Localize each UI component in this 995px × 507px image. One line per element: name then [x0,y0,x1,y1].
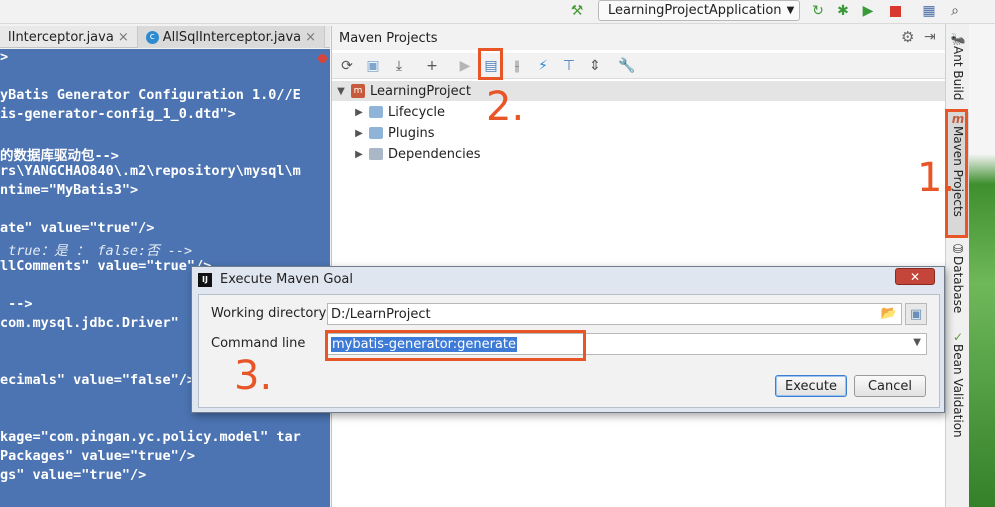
code-line: ate" value="true"/> [0,220,155,236]
code-line: ntime="MyBatis3"> [0,182,139,198]
working-directory-value: D:/LearnProject [331,306,431,322]
stripe-database[interactable]: ⛁ Database [946,242,970,313]
folder-browse-icon[interactable]: 📂 [881,306,897,321]
close-icon[interactable]: × [118,30,129,45]
dependencies-icon [369,148,383,160]
code-line: yBatis Generator Configuration 1.0//E [0,87,301,103]
maven-project-icon: m [351,84,365,98]
class-icon: c [145,30,159,44]
code-line: com.mysql.jdbc.Driver" [0,315,179,331]
download-icon[interactable]: ⤓ [389,56,409,76]
skip-tests-icon[interactable]: ⚡ [533,56,553,76]
intellij-icon: IJ [198,272,212,287]
ant-icon: 🐜 [950,32,966,46]
stop-icon[interactable] [886,2,904,20]
folder-icon [369,106,383,118]
code-line: gs" value="true"/> [0,467,147,483]
working-directory-field[interactable]: D:/LearnProject 📂 [327,303,902,325]
maven-panel-title: Maven Projects [339,30,438,46]
annotation-box-goal-button [478,48,503,80]
tree-item-plugins[interactable]: ▶ Plugins [354,123,435,143]
collapse-all-icon[interactable]: ⇕ [585,56,605,76]
tree-item-label: Plugins [388,125,435,141]
stripe-label: Ant Build [951,46,965,101]
code-line: > [0,49,9,65]
main-toolbar: ⚒ LearningProjectApplication ▼ ↻ ✱ ▶ ▦ ⌕ [0,0,995,24]
tree-item-label: Dependencies [388,146,481,162]
project-structure-icon[interactable]: ▦ [920,2,938,20]
code-line: true：是 ： false:否 --> [0,243,193,259]
database-icon: ⛁ [952,242,964,256]
maven-panel-header: Maven Projects ⚙ ⇥ [332,26,946,50]
tree-item-lifecycle[interactable]: ▶ Lifecycle [354,102,445,122]
tree-item-project[interactable]: ▼ m LearningProject [332,81,946,101]
dialog-title-bar: IJ Execute Maven Goal [192,267,944,292]
project-label: LearningProject [370,83,471,99]
chevron-down-icon[interactable]: ▼ [913,337,921,348]
add-icon[interactable]: + [422,56,442,76]
show-dependencies-icon[interactable]: ⊤ [559,56,579,76]
tab-label: lInterceptor.java [8,29,114,45]
tree-item-label: Lifecycle [388,104,446,120]
stripe-label: Database [951,256,965,314]
tab-label: AllSqlInterceptor.java [162,29,302,45]
debug-icon[interactable]: ✱ [834,2,852,20]
annotation-step-2: 2. [486,84,525,130]
wrench-icon[interactable]: 🔧 [617,56,637,76]
hide-panel-icon[interactable]: ⇥ [924,29,936,45]
hammer-icon[interactable]: ⚒ [568,2,586,20]
folder-icon [369,127,383,139]
rerun-icon[interactable]: ↻ [809,2,827,20]
stripe-bean-validation[interactable]: ✓ Bean Validation [946,330,970,438]
cancel-button[interactable]: Cancel [854,375,926,397]
generate-sources-icon[interactable]: ▣ [363,56,383,76]
code-line: ecimals" value="false"/> [0,372,196,388]
collapsed-arrow-icon[interactable]: ▶ [354,128,364,139]
collapsed-arrow-icon[interactable]: ▶ [354,107,364,118]
maven-toolbar: ⟳ ▣ ⤓ + ▶ ▤ ⫲ ⚡ ⊤ ⇕ 🔧 [332,53,946,79]
code-line: Packages" value="true"/> [0,448,196,464]
reimport-icon[interactable]: ⟳ [337,56,357,76]
tree-item-dependencies[interactable]: ▶ Dependencies [354,144,481,164]
run-configuration-select[interactable]: LearningProjectApplication ▼ [598,0,800,21]
gear-icon[interactable]: ⚙ [901,28,914,46]
toggle-offline-icon[interactable]: ⫲ [507,56,527,76]
code-line: rs\YANGCHAO840\.m2\repository\mysql\m [0,163,301,179]
stripe-label: Bean Validation [951,344,965,438]
annotation-box-command-line [325,330,586,361]
right-tool-stripe: 🐜 Ant Build m Maven Projects ⛁ Database … [945,24,970,507]
code-line: --> [0,296,33,312]
coverage-icon[interactable]: ▶ [859,2,877,20]
editor-tabs: lInterceptor.java × c AllSqlInterceptor.… [0,26,352,48]
bean-icon: ✓ [952,330,964,344]
annotation-step-1: 1. [917,155,956,201]
working-directory-label: Working directory [211,306,327,321]
editor-tab[interactable]: lInterceptor.java × [0,26,138,48]
dialog-close-button[interactable]: ✕ [895,268,935,285]
expand-arrow-icon[interactable]: ▼ [336,86,346,97]
dialog-title: Execute Maven Goal [220,272,353,287]
close-icon[interactable]: × [305,30,316,45]
execute-button[interactable]: Execute [775,375,847,397]
editor-tab-active[interactable]: c AllSqlInterceptor.java × [137,26,326,48]
collapsed-arrow-icon[interactable]: ▶ [354,149,364,160]
annotation-step-3: 3. [234,353,273,399]
chevron-down-icon: ▼ [786,5,795,16]
search-icon[interactable]: ⌕ [946,2,964,20]
code-line: 的数据库驱动包--> [0,148,119,164]
code-line: kage="com.pingan.yc.policy.model" tar [0,429,301,445]
error-marker-icon [318,54,327,63]
stripe-ant-build[interactable]: 🐜 Ant Build [946,32,970,100]
desktop-background [969,24,995,507]
run-config-label: LearningProjectApplication [608,3,782,18]
code-line: llComments" value="true"/> [0,258,212,274]
command-line-label: Command line [211,336,306,351]
module-select-button[interactable]: ▣ [905,303,927,325]
code-line: is-generator-config_1_0.dtd"> [0,106,236,122]
run-icon[interactable]: ▶ [455,56,475,76]
